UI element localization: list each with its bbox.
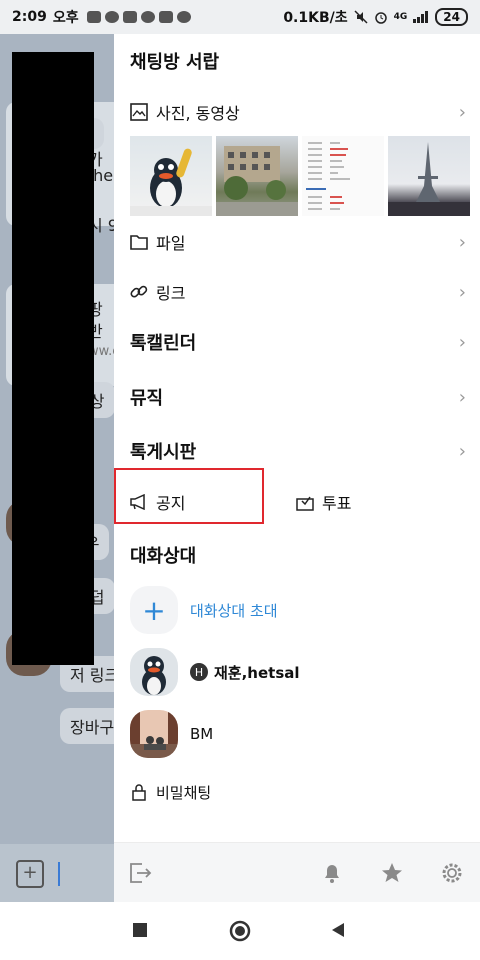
drawer-title: 채팅방 서랍 xyxy=(130,52,220,73)
vote-button[interactable]: 투표 xyxy=(282,492,432,513)
plus-icon[interactable]: + xyxy=(16,860,44,888)
link-icon xyxy=(130,283,148,301)
megaphone-icon xyxy=(130,493,148,511)
vote-label: 투표 xyxy=(322,494,352,513)
notification-icons xyxy=(86,11,191,23)
chevron-right-icon: › xyxy=(458,231,466,253)
member-name: BM xyxy=(190,725,214,743)
app-icon xyxy=(140,11,155,23)
chat-input-bar: + xyxy=(0,844,114,902)
system-nav-bar xyxy=(0,902,480,960)
image-icon xyxy=(130,103,148,121)
member-badge: H xyxy=(190,663,208,681)
talk-board-row[interactable]: 톡게시판 › xyxy=(114,439,480,464)
mute-icon xyxy=(354,10,368,24)
mail-icon xyxy=(158,11,173,23)
talk-icon xyxy=(176,11,191,23)
links-row[interactable]: 링크 › xyxy=(114,281,480,303)
files-label: 파일 xyxy=(156,234,186,253)
folder-icon xyxy=(130,233,148,251)
message-icon xyxy=(86,11,101,23)
drawer-bottom-bar xyxy=(114,842,480,903)
alarm-icon xyxy=(374,12,387,24)
files-row[interactable]: 파일 › xyxy=(114,231,480,253)
lock-icon xyxy=(130,783,148,801)
photos-videos-row[interactable]: 사진, 동영상 › xyxy=(114,101,480,123)
members-section-title: 대화상대 xyxy=(130,546,197,567)
status-time: 2:09 xyxy=(12,9,47,25)
media-thumbnail[interactable] xyxy=(130,136,212,216)
talk-calendar-label: 톡캘린더 xyxy=(130,333,197,354)
chevron-right-icon: › xyxy=(458,281,466,303)
status-ampm: 오후 xyxy=(52,10,79,26)
talk-calendar-row[interactable]: 톡캘린더 › xyxy=(114,330,480,355)
chat-drawer: 채팅방 서랍 사진, 동영상 › 파일 › 링크 › 톡캘린더 › 뮤직 › 톡… xyxy=(114,34,480,903)
text-cursor xyxy=(58,862,60,886)
network-speed: 0.1KB/초 xyxy=(283,10,348,26)
member-item[interactable]: H 재훈,hetsal xyxy=(130,648,300,696)
home-circle-icon[interactable] xyxy=(229,920,251,946)
notice-button[interactable]: 공지 xyxy=(114,492,264,513)
media-thumbnail[interactable] xyxy=(302,136,384,216)
links-label: 링크 xyxy=(156,284,186,303)
network-type: 4G xyxy=(393,12,408,22)
member-name: 재훈,hetsal xyxy=(214,663,300,682)
facebook-icon xyxy=(104,11,119,23)
exit-icon[interactable] xyxy=(128,861,152,885)
invite-label: 대화상대 초대 xyxy=(190,601,278,620)
photos-videos-label: 사진, 동영상 xyxy=(156,104,240,123)
back-triangle-icon[interactable] xyxy=(330,922,346,942)
notice-label: 공지 xyxy=(156,494,186,513)
music-label: 뮤직 xyxy=(130,388,164,409)
bell-icon[interactable] xyxy=(320,861,344,885)
media-thumbnail[interactable] xyxy=(216,136,298,216)
secret-chat-label: 비밀채팅 xyxy=(156,783,212,802)
media-thumbnails xyxy=(130,136,470,216)
redaction-block xyxy=(12,52,94,665)
music-row[interactable]: 뮤직 › xyxy=(114,385,480,410)
chevron-right-icon: › xyxy=(458,331,466,353)
chevron-right-icon: › xyxy=(458,101,466,123)
app-icon xyxy=(122,11,137,23)
member-item[interactable]: BM xyxy=(130,710,213,758)
chevron-right-icon: › xyxy=(458,386,466,408)
vote-box-icon xyxy=(296,493,314,511)
plus-icon: + xyxy=(130,586,178,634)
avatar xyxy=(130,710,178,758)
star-icon[interactable] xyxy=(380,861,404,885)
avatar xyxy=(130,648,178,696)
status-bar: 2:09 오후 0.1KB/초 4G 24 xyxy=(0,0,480,34)
settings-gear-icon[interactable] xyxy=(440,861,464,885)
media-thumbnail[interactable] xyxy=(388,136,470,216)
talk-board-label: 톡게시판 xyxy=(130,442,197,463)
secret-chat-row[interactable]: 비밀채팅 xyxy=(114,782,480,802)
invite-member-button[interactable]: + 대화상대 초대 xyxy=(130,586,278,634)
chevron-right-icon: › xyxy=(458,440,466,462)
recents-square-icon[interactable] xyxy=(132,922,148,942)
battery-indicator: 24 xyxy=(435,8,468,26)
signal-icon xyxy=(413,11,429,23)
